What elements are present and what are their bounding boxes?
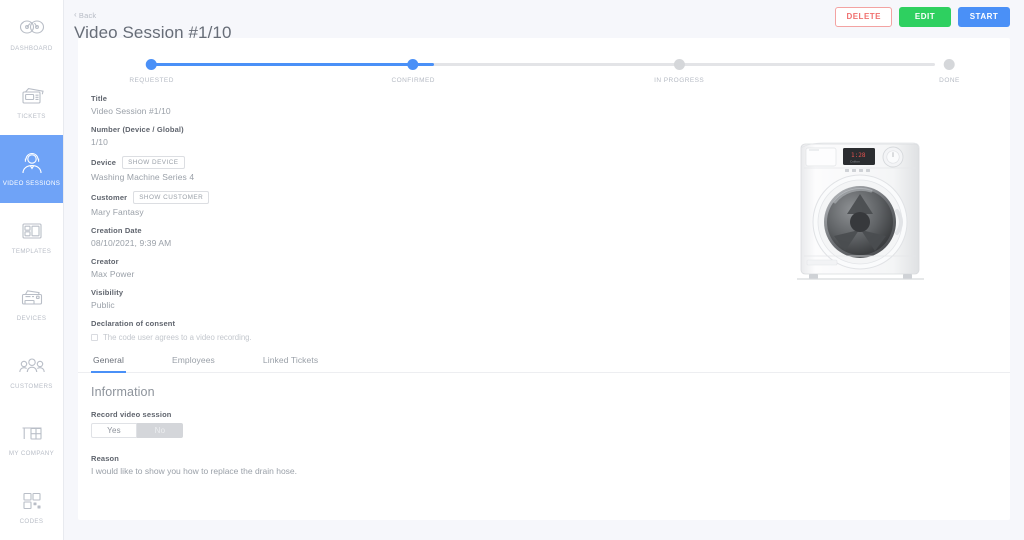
field-label: Creator (91, 257, 119, 267)
field-label-row: Device SHOW DEVICE (91, 156, 498, 170)
field-label: Customer (91, 193, 128, 203)
field-label: Creation Date (91, 226, 142, 236)
field-value: 08/10/2021, 9:39 AM (91, 238, 172, 249)
toggle-yes[interactable]: Yes (91, 423, 137, 439)
field-value: Washing Machine Series 4 (91, 172, 195, 183)
tickets-icon (17, 83, 47, 109)
field-value: Mary Fantasy (91, 207, 144, 218)
stepper-dot[interactable] (673, 59, 685, 70)
sidebar-item-tickets[interactable]: TICKETS (0, 68, 63, 136)
stepper-step-in-progress[interactable]: IN PROGRESS (654, 46, 704, 84)
start-button[interactable]: START (958, 7, 1010, 27)
sidebar-item-customers[interactable]: CUSTOMERS (0, 338, 63, 406)
devices-printer-icon (17, 285, 47, 311)
sidebar-item-label: TICKETS (17, 112, 46, 120)
stepper-label: CONFIRMED (391, 77, 435, 84)
stepper-dot[interactable] (146, 59, 158, 70)
tab-employees[interactable]: Employees (170, 351, 217, 373)
sidebar-item-label: CUSTOMERS (10, 382, 53, 390)
field-value: Video Session #1/10 (91, 106, 171, 116)
field-label: Number (Device / Global) (91, 125, 184, 134)
company-desk-icon (17, 420, 47, 446)
sidebar-item-templates[interactable]: TEMPLATES (0, 203, 63, 271)
sidebar-item-devices[interactable]: DEVICES (0, 270, 63, 338)
svg-text:1:28: 1:28 (851, 152, 866, 159)
details-list: Title Video Session #1/10 Number (Device… (78, 94, 498, 342)
field-number: Number (Device / Global) 1/10 (91, 125, 498, 147)
sidebar-item-label: DASHBOARD (10, 45, 53, 53)
svg-text:Cotton: Cotton (850, 160, 860, 164)
field-value: Max Power (91, 269, 135, 280)
field-label-row: Customer SHOW CUSTOMER (91, 191, 498, 205)
stepper-label: IN PROGRESS (654, 77, 705, 84)
field-label: Declaration of consent (91, 319, 176, 329)
edit-button[interactable]: EDIT (899, 7, 951, 27)
sidebar-item-my-company[interactable]: MY COMPANY (0, 405, 63, 473)
templates-grid-icon (17, 218, 47, 244)
delete-button[interactable]: DELETE (835, 7, 892, 27)
washing-machine-photo: 1:28 Cotton (793, 138, 928, 286)
general-tab-panel: Information Record video session Yes No … (78, 373, 1010, 476)
stepper-label: REQUESTED (129, 77, 174, 84)
field-creator: Creator Max Power (91, 257, 498, 279)
sidebar-item-label: DEVICES (16, 315, 47, 323)
tab-general[interactable]: General (91, 351, 126, 374)
chevron-left-icon: ‹ (74, 10, 77, 19)
field-creation-date: Creation Date 08/10/2021, 9:39 AM (91, 226, 498, 248)
show-customer-button[interactable]: SHOW CUSTOMER (133, 191, 210, 205)
record-video-session-toggle: Yes No (91, 423, 1010, 439)
back-link[interactable]: ‹ Back (74, 11, 96, 20)
record-video-session-label: Record video session (91, 410, 172, 420)
header-actions: DELETE EDIT START (835, 7, 1010, 27)
content-card: REQUESTED CONFIRMED IN PROGRESS DONE Tit… (78, 38, 1010, 520)
sidebar-item-label: VIDEO SESSIONS (2, 180, 61, 188)
status-stepper: REQUESTED CONFIRMED IN PROGRESS DONE (108, 46, 980, 88)
stepper-step-confirmed[interactable]: CONFIRMED (391, 46, 434, 84)
sidebar-item-video-sessions[interactable]: VIDEO SESSIONS (0, 135, 63, 203)
stepper-dot[interactable] (407, 59, 419, 70)
field-visibility: Visibility Public (91, 288, 498, 310)
consent-row: The code user agrees to a video recordin… (91, 333, 498, 342)
app-root: DASHBOARD TICKETS VIDEO SESSIONS TEMPLAT… (0, 0, 1024, 540)
main-area: ‹ Back Video Session #1/10 DELETE EDIT S… (64, 0, 1024, 540)
field-value: Public (91, 300, 115, 311)
back-label: Back (78, 10, 97, 20)
sidebar-item-label: MY COMPANY (8, 450, 55, 458)
show-device-button[interactable]: SHOW DEVICE (122, 156, 185, 170)
sidebar: DASHBOARD TICKETS VIDEO SESSIONS TEMPLAT… (0, 0, 64, 540)
field-title: Title Video Session #1/10 (91, 94, 498, 116)
video-support-agent-icon (17, 150, 47, 176)
field-label: Device (91, 158, 117, 168)
field-device: Device SHOW DEVICE Washing Machine Serie… (91, 156, 498, 182)
toggle-no[interactable]: No (137, 423, 183, 439)
field-declaration-of-consent: Declaration of consent The code user agr… (91, 319, 498, 342)
field-value: 1/10 (91, 137, 108, 147)
section-title: Information (91, 385, 155, 400)
field-label: Title (91, 94, 108, 103)
topbar: ‹ Back Video Session #1/10 DELETE EDIT S… (64, 0, 1024, 42)
sidebar-item-dashboard[interactable]: DASHBOARD (0, 0, 63, 68)
customers-people-icon (17, 353, 47, 379)
sidebar-item-label: TEMPLATES (11, 247, 52, 255)
sidebar-item-codes[interactable]: CODES (0, 473, 63, 540)
field-customer: Customer SHOW CUSTOMER Mary Fantasy (91, 191, 498, 217)
reason-label: Reason (91, 454, 119, 464)
stepper-step-requested[interactable]: REQUESTED (129, 46, 174, 84)
tab-bar: General Employees Linked Tickets (78, 351, 1010, 374)
dashboard-gauge-icon (17, 15, 47, 41)
consent-checkbox[interactable] (91, 334, 98, 342)
reason-text: I would like to show you how to replace … (91, 466, 298, 477)
consent-text: The code user agrees to a video recordin… (103, 333, 252, 343)
details-section: Title Video Session #1/10 Number (Device… (78, 88, 1010, 342)
stepper-step-done[interactable]: DONE (939, 46, 960, 84)
tab-linked-tickets[interactable]: Linked Tickets (261, 351, 320, 373)
stepper-dot[interactable] (943, 59, 955, 70)
stepper-label: DONE (939, 77, 960, 84)
codes-qr-icon (17, 488, 47, 514)
field-label: Visibility (91, 288, 124, 298)
sidebar-item-label: CODES (19, 517, 44, 525)
